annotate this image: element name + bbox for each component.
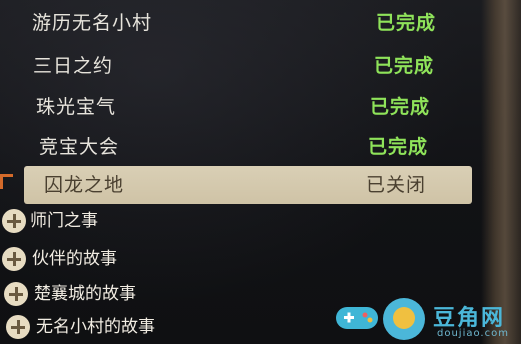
quest-row[interactable]: 珠光宝气 已完成	[20, 88, 460, 126]
plus-icon[interactable]	[2, 209, 26, 233]
category-label: 无名小村的故事	[36, 317, 155, 337]
category-item[interactable]: 无名小村的故事	[6, 310, 246, 344]
quest-row[interactable]: 游历无名小村 已完成	[20, 4, 460, 42]
quest-status: 已关闭	[366, 174, 427, 196]
screen-bezel	[481, 0, 521, 344]
gamepad-icon	[336, 307, 378, 329]
quest-status: 已完成	[368, 136, 429, 158]
category-item[interactable]: 楚襄城的故事	[4, 277, 224, 311]
quest-name: 竞宝大会	[39, 136, 120, 158]
quest-name: 三日之约	[33, 55, 114, 77]
quest-row[interactable]: 竞宝大会 已完成	[20, 128, 460, 166]
quest-name: 珠光宝气	[36, 96, 117, 118]
category-label: 楚襄城的故事	[34, 284, 136, 304]
watermark-subtext: doujiao.com	[437, 328, 509, 339]
quest-row-selected[interactable]: 囚龙之地 已关闭	[24, 166, 472, 204]
category-item[interactable]: 伙伴的故事	[2, 242, 202, 276]
quest-status: 已完成	[370, 96, 431, 118]
quest-status: 已完成	[374, 55, 435, 77]
quest-name: 游历无名小村	[32, 12, 153, 34]
game-screen: 游历无名小村 已完成 三日之约 已完成 珠光宝气 已完成 竞宝大会 已完成 囚龙…	[0, 0, 521, 344]
quest-row[interactable]: 三日之约 已完成	[20, 47, 460, 85]
category-item[interactable]: 师门之事	[2, 204, 202, 238]
plus-icon[interactable]	[6, 315, 30, 339]
plus-icon[interactable]	[2, 247, 26, 271]
quest-name: 囚龙之地	[44, 174, 125, 196]
selection-bracket	[0, 174, 13, 189]
logo-icon	[383, 298, 425, 340]
category-label: 师门之事	[30, 211, 98, 231]
quest-status: 已完成	[376, 12, 437, 34]
plus-icon[interactable]	[4, 282, 28, 306]
watermark: 豆角网 doujiao.com	[333, 296, 521, 344]
category-label: 伙伴的故事	[32, 249, 117, 269]
